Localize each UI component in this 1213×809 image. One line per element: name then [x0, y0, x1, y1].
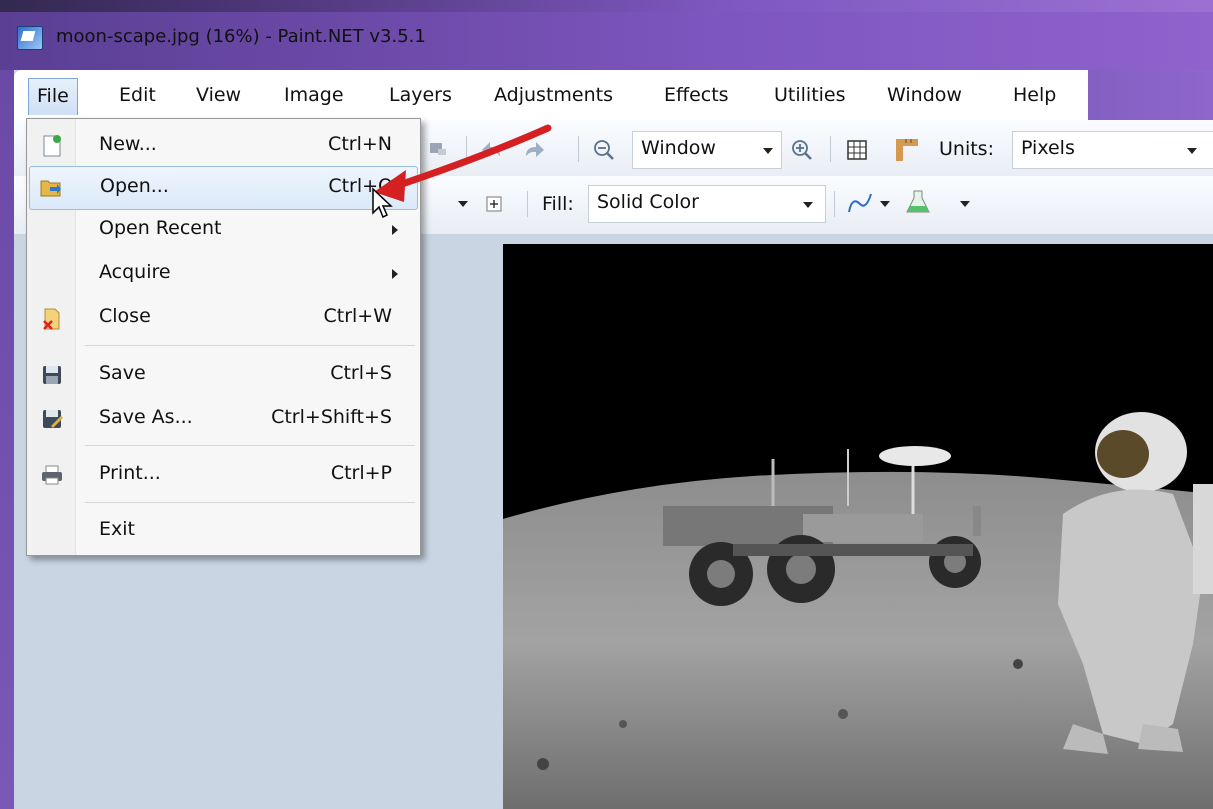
menu-image[interactable]: Image: [276, 80, 352, 110]
menu-separator: [85, 445, 415, 446]
curve-icon[interactable]: [846, 190, 874, 216]
menu-effects[interactable]: Effects: [656, 80, 737, 110]
submenu-arrow-icon: [392, 269, 398, 279]
menu-utilities[interactable]: Utilities: [766, 80, 854, 110]
menu-item-new[interactable]: New... Ctrl+N: [29, 125, 416, 167]
units-value: Pixels: [1021, 137, 1075, 159]
zoom-combo[interactable]: Window: [632, 131, 782, 169]
zoom-out-icon[interactable]: [592, 138, 616, 162]
menu-item-save-shortcut: Ctrl+S: [330, 362, 392, 384]
menu-item-save-as[interactable]: Save As... Ctrl+Shift+S: [29, 398, 416, 440]
fill-combo[interactable]: Solid Color: [588, 185, 826, 223]
menu-item-print-shortcut: Ctrl+P: [330, 462, 392, 484]
menu-separator: [85, 345, 415, 346]
toolbar-separator: [830, 136, 831, 162]
ruler-icon[interactable]: [894, 137, 920, 163]
mouse-cursor-icon: [371, 187, 395, 221]
zoom-in-icon[interactable]: [790, 138, 814, 162]
chevron-down-icon[interactable]: [880, 201, 890, 207]
menu-item-save-label: Save: [99, 362, 146, 384]
chevron-down-icon: [1187, 148, 1197, 154]
window-frame-left: [0, 70, 14, 809]
menu-item-close[interactable]: Close Ctrl+W: [29, 297, 416, 339]
units-label: Units:: [939, 138, 994, 160]
menu-item-save-as-label: Save As...: [99, 406, 193, 428]
menu-item-print-label: Print...: [99, 462, 161, 484]
grid-icon[interactable]: [846, 139, 868, 161]
menu-adjustments[interactable]: Adjustments: [486, 80, 621, 110]
menu-item-new-label: New...: [99, 133, 157, 155]
chevron-down-icon: [763, 148, 773, 154]
chevron-down-icon[interactable]: [960, 201, 970, 207]
menu-item-exit-label: Exit: [99, 518, 135, 540]
save-as-icon: [41, 408, 63, 430]
zoom-value: Window: [641, 137, 716, 159]
menu-item-close-shortcut: Ctrl+W: [323, 305, 392, 327]
menu-item-acquire[interactable]: Acquire: [29, 253, 416, 295]
menu-file[interactable]: File: [28, 78, 78, 115]
menu-item-print[interactable]: Print... Ctrl+P: [29, 454, 416, 496]
menu-help[interactable]: Help: [1005, 80, 1064, 110]
menu-item-close-label: Close: [99, 305, 151, 327]
menu-layers[interactable]: Layers: [381, 80, 460, 110]
save-icon: [41, 364, 63, 386]
toolbar-separator: [834, 191, 835, 217]
toolbar-separator: [578, 136, 579, 162]
submenu-arrow-icon: [392, 225, 398, 235]
menu-item-exit[interactable]: Exit: [29, 510, 416, 552]
paintnet-app-icon[interactable]: [17, 26, 43, 50]
units-combo[interactable]: Pixels: [1012, 131, 1213, 169]
open-folder-icon: [40, 176, 62, 198]
menu-item-acquire-label: Acquire: [99, 261, 171, 283]
chevron-down-icon: [803, 202, 813, 208]
window-title: moon-scape.jpg (16%) - Paint.NET v3.5.1: [56, 26, 426, 47]
close-document-icon: [41, 307, 63, 330]
print-icon: [41, 464, 63, 486]
menu-edit[interactable]: Edit: [111, 80, 164, 110]
flask-icon[interactable]: [904, 188, 932, 216]
menu-view[interactable]: View: [188, 80, 249, 110]
menu-item-save[interactable]: Save Ctrl+S: [29, 354, 416, 396]
menu-item-save-as-shortcut: Ctrl+Shift+S: [271, 406, 392, 428]
menu-item-open-recent-label: Open Recent: [99, 217, 222, 239]
menu-item-open-recent[interactable]: Open Recent: [29, 209, 416, 251]
new-document-icon: [41, 135, 63, 157]
menu-window[interactable]: Window: [879, 80, 970, 110]
fill-value: Solid Color: [597, 191, 699, 213]
menu-separator: [85, 502, 415, 503]
menu-item-open-label: Open...: [100, 175, 169, 197]
image-canvas[interactable]: [503, 244, 1213, 809]
